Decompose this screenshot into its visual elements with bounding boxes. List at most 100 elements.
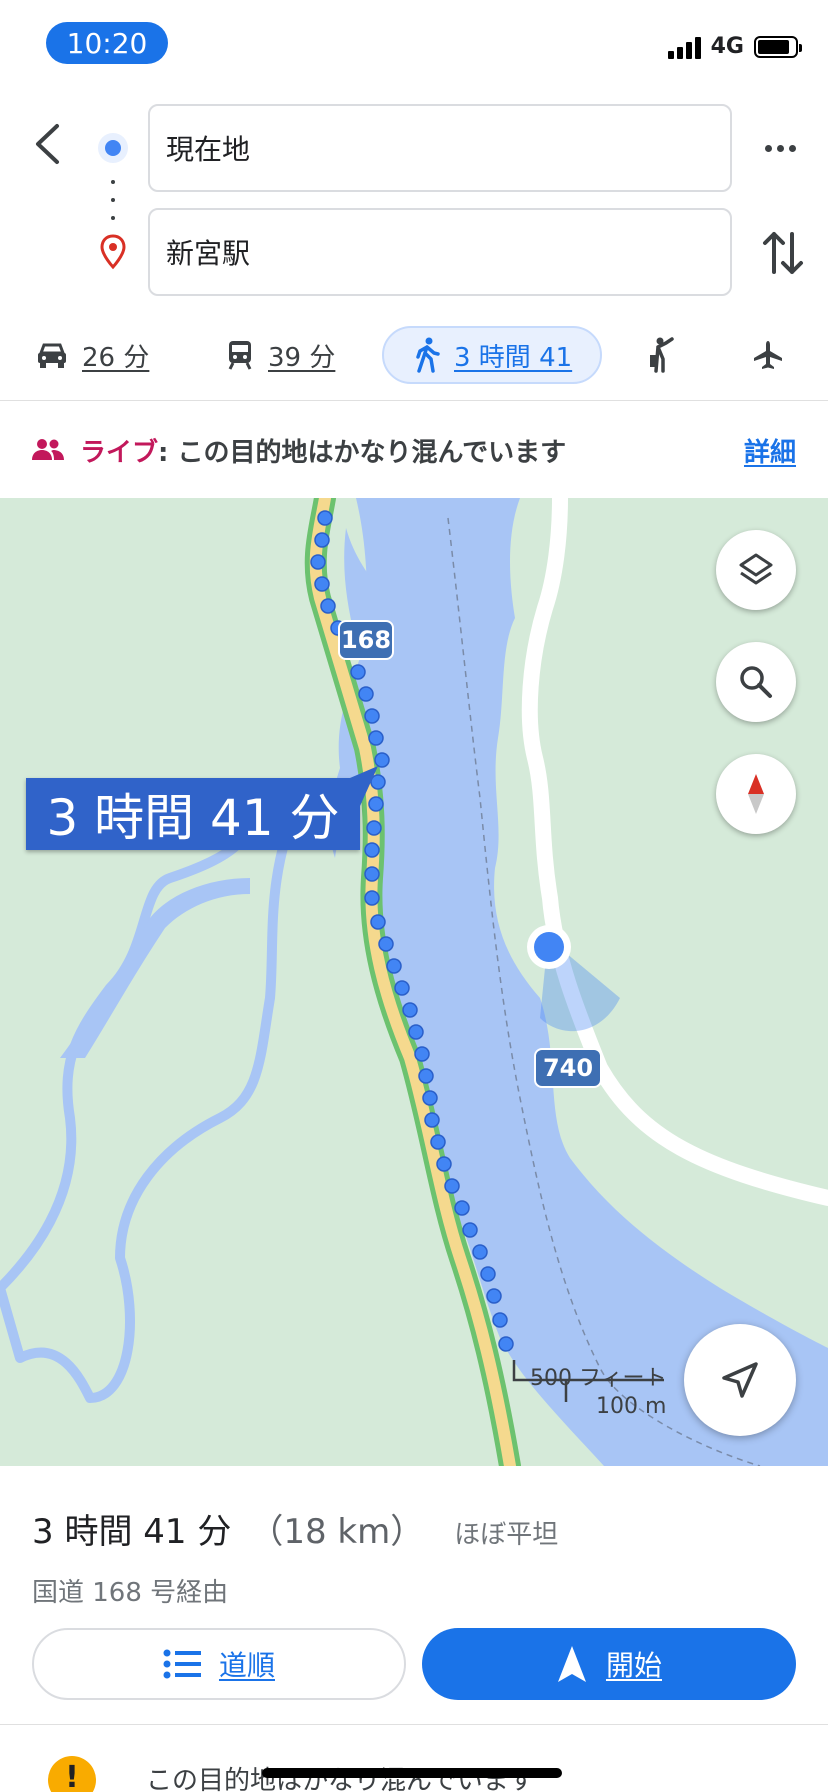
steps-label: 道順 — [218, 1649, 275, 1682]
route-dot — [314, 532, 330, 548]
stream — [0, 793, 305, 1403]
route-dot — [402, 1002, 418, 1018]
compass-icon — [748, 774, 764, 814]
route-dot — [394, 980, 410, 996]
route-eta-label: 3 時間 41 分 — [26, 778, 360, 850]
tab-walk-label: 3 時間 41 — [454, 342, 573, 373]
route-dot — [366, 820, 382, 836]
tab-ride[interactable] — [646, 326, 676, 384]
steps-button[interactable]: 道順 — [32, 1628, 406, 1700]
car-icon — [38, 343, 66, 368]
live-tag: ライブ — [80, 438, 159, 468]
home-indicator — [262, 1768, 562, 1778]
route-dot — [364, 708, 380, 724]
search-icon — [740, 666, 772, 698]
destination-pin-icon — [99, 234, 127, 274]
scale-feet: 500 フィート — [530, 1366, 667, 1391]
map-canvas — [0, 498, 828, 1466]
tab-walk[interactable]: 3 時間 41 — [382, 326, 603, 384]
route-dot — [444, 1178, 460, 1194]
tab-transit-label: 39 分 — [268, 342, 336, 373]
route-dot — [364, 866, 380, 882]
live-crowd-banner[interactable]: ライブ: この目的地はかなり混んでいます 詳細 — [0, 402, 828, 498]
route-dot — [418, 1068, 434, 1084]
location-arrow-icon — [722, 1362, 758, 1398]
tab-transit[interactable]: 39 分 — [226, 326, 335, 384]
tab-drive-label: 26 分 — [82, 342, 150, 373]
route-168-shield: 168 — [338, 620, 394, 660]
my-location-button[interactable] — [684, 1324, 796, 1436]
start-button[interactable]: 開始 — [422, 1628, 796, 1700]
status-bar: 10:20 4G — [0, 0, 828, 88]
route-dot — [358, 686, 374, 702]
compass-button[interactable] — [716, 754, 796, 834]
map-view[interactable]: 3 時間 41 分 168 740 500 フィート 100 m — [0, 498, 828, 1466]
more-options-button[interactable] — [760, 128, 800, 168]
route-dot — [424, 1112, 440, 1128]
search-button[interactable] — [716, 642, 796, 722]
route-dot — [364, 890, 380, 906]
divider — [0, 400, 828, 401]
destination-field[interactable]: 新宮駅 — [148, 208, 732, 296]
warning-icon: ! — [48, 1756, 96, 1792]
route-dot — [430, 1134, 446, 1150]
route-dot — [462, 1222, 478, 1238]
route-via: 国道 168 号経由 — [32, 1578, 229, 1608]
airplane-icon — [754, 341, 782, 369]
live-separator: : — [158, 438, 178, 468]
route-dot — [498, 1336, 514, 1352]
route-dot — [320, 598, 336, 614]
origin-dot-icon — [98, 133, 128, 163]
layers-button[interactable] — [716, 530, 796, 610]
route-dot — [314, 576, 330, 592]
tab-flight[interactable] — [752, 326, 784, 384]
walk-icon — [416, 337, 440, 373]
eta-label-pointer — [350, 766, 378, 806]
live-banner-text: ライブ: この目的地はかなり混んでいます — [80, 432, 566, 469]
network-type: 4G — [710, 34, 744, 59]
start-label: 開始 — [605, 1649, 662, 1682]
live-message: この目的地はかなり混んでいます — [177, 438, 567, 468]
route-distance: （18 km） — [249, 1512, 425, 1552]
route-terrain: ほぼ平坦 — [454, 1520, 559, 1550]
route-dot — [350, 664, 366, 680]
list-icon — [163, 1649, 201, 1679]
route-dot — [472, 1244, 488, 1260]
route-dot — [486, 1288, 502, 1304]
people-icon — [32, 439, 64, 460]
signal-icon — [667, 35, 701, 59]
route-dot — [364, 842, 380, 858]
route-summary-sheet: 3 時間 41 分 （18 km） ほぼ平坦 国道 168 号経由 道順 開始 … — [0, 1466, 828, 1792]
details-link[interactable]: 詳細 — [744, 432, 796, 469]
tab-drive[interactable]: 26 分 — [36, 326, 149, 384]
route-dot — [374, 752, 390, 768]
app-screen: 10:20 4G 現在地 新宮駅 26 分 39 分 3 時間 41 ライブ: … — [0, 0, 828, 1792]
scale-meters: 100 m — [596, 1394, 667, 1419]
route-740-shield: 740 — [534, 1048, 602, 1088]
map-scale: 500 フィート 100 m — [510, 1360, 670, 1420]
route-dot — [436, 1156, 452, 1172]
route-duration: 3 時間 41 分 — [32, 1512, 232, 1552]
route-summary: 3 時間 41 分 （18 km） ほぼ平坦 — [32, 1504, 558, 1553]
route-connector-icon — [111, 180, 115, 220]
layers-icon — [739, 553, 773, 585]
route-dot — [454, 1200, 470, 1216]
route-dot — [310, 554, 326, 570]
route-dot — [378, 936, 394, 952]
ride-hail-icon — [650, 337, 674, 373]
swap-button[interactable] — [760, 228, 806, 278]
route-dot — [370, 914, 386, 930]
divider — [0, 1724, 828, 1725]
back-arrow-icon — [36, 124, 59, 164]
back-button[interactable] — [22, 112, 72, 176]
route-dot — [317, 510, 333, 526]
navigation-arrow-icon — [557, 1646, 586, 1682]
route-dot — [422, 1090, 438, 1106]
route-dot — [386, 958, 402, 974]
train-icon — [228, 341, 252, 370]
status-time: 10:20 — [46, 22, 168, 64]
route-dot — [408, 1024, 424, 1040]
origin-field[interactable]: 現在地 — [148, 104, 732, 192]
route-dot — [480, 1266, 496, 1282]
status-indicators: 4G — [667, 34, 802, 59]
